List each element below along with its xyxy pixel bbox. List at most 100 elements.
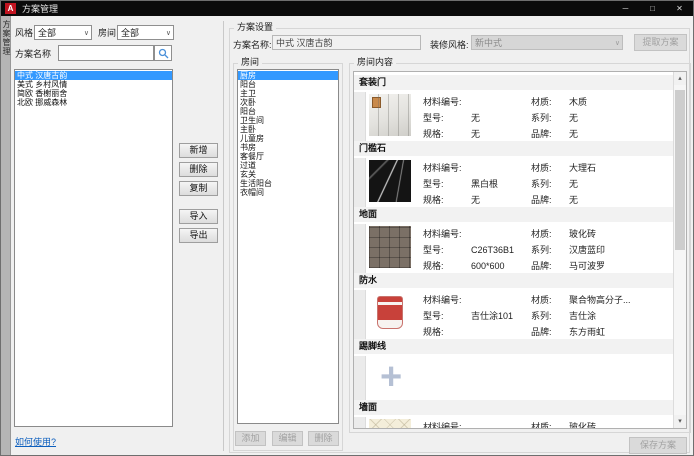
search-button[interactable]: [154, 45, 172, 61]
scheme-list-item[interactable]: 美式 乡村风情: [15, 80, 172, 89]
material-row[interactable]: 材料编号:材质:木质型号:无系列:无规格:无品牌:无: [354, 90, 673, 141]
scheme-name-field[interactable]: [272, 35, 421, 50]
room-list-item[interactable]: 主卫: [238, 89, 338, 98]
room-list-item[interactable]: 生活阳台: [238, 179, 338, 188]
material-section-title: 防水: [354, 273, 673, 288]
material-thumbnail-marble-image: [369, 160, 411, 202]
field-value: 无: [471, 110, 531, 126]
material-row[interactable]: +: [354, 354, 673, 400]
room-list-item[interactable]: 衣帽间: [238, 188, 338, 197]
room-list-item[interactable]: 厨房: [238, 71, 338, 80]
field-value: 吉仕涂101: [471, 308, 531, 324]
material-fields: 材料编号:材质:聚合物高分子...型号:吉仕涂101系列:吉仕涂规格:品牌:东方…: [411, 290, 673, 339]
scheme-list-item[interactable]: 中式 汉唐古韵: [15, 71, 172, 80]
room-content-list: 套装门材料编号:材质:木质型号:无系列:无规格:无品牌:无门槛石材料编号:材质:…: [354, 72, 673, 428]
maximize-icon[interactable]: □: [639, 1, 666, 16]
field-value: 无: [569, 110, 673, 126]
material-section-title: 套装门: [354, 75, 673, 90]
style-filter-select[interactable]: 全部 ∨: [34, 25, 92, 40]
scheme-name-search-input[interactable]: [58, 45, 154, 61]
room-filter-label: 房间: [98, 27, 116, 40]
room-list-item[interactable]: 客餐厅: [238, 152, 338, 161]
material-row[interactable]: 材料编号:材质:玻化砖: [354, 415, 673, 428]
room-list-item[interactable]: 主卧: [238, 125, 338, 134]
room-list-item[interactable]: 书房: [238, 143, 338, 152]
field-line: 型号:吉仕涂101系列:吉仕涂: [423, 308, 673, 324]
window-title: 方案管理: [22, 2, 58, 15]
room-group-label: 房间: [238, 57, 262, 68]
material-section: 墙面材料编号:材质:玻化砖: [354, 400, 673, 428]
material-fields: 材料编号:材质:大理石型号:黑白根系列:无规格:无品牌:无: [411, 158, 673, 207]
field-label: 品牌:: [531, 192, 569, 208]
scheme-name-filter-label: 方案名称: [15, 48, 51, 61]
style-filter-label: 风格: [15, 27, 33, 40]
field-value: [471, 94, 531, 110]
add-plus-icon[interactable]: +: [380, 358, 402, 400]
save-scheme-button: 保存方案: [629, 437, 687, 454]
chevron-down-icon: ∨: [84, 29, 89, 37]
field-label: 品牌:: [531, 258, 569, 274]
field-value: 无: [471, 126, 531, 142]
new-button[interactable]: 新增: [179, 143, 218, 158]
room-list-item[interactable]: 过道: [238, 161, 338, 170]
style-filter-value: 全部: [38, 26, 56, 39]
field-label: 材质:: [531, 160, 569, 176]
row-gutter-handle: [354, 290, 366, 339]
field-label: 材质:: [531, 419, 569, 428]
copy-button[interactable]: 复制: [179, 181, 218, 196]
room-list-item[interactable]: 阳台: [238, 107, 338, 116]
delete-button[interactable]: 删除: [179, 162, 218, 177]
material-fields: 材料编号:材质:木质型号:无系列:无规格:无品牌:无: [411, 92, 673, 141]
field-label: 规格:: [423, 192, 471, 208]
field-label: 材料编号:: [423, 419, 471, 428]
field-label: 品牌:: [531, 324, 569, 340]
room-list-item[interactable]: 次卧: [238, 98, 338, 107]
field-label: 材料编号:: [423, 292, 471, 308]
material-row[interactable]: 材料编号:材质:大理石型号:黑白根系列:无规格:无品牌:无: [354, 156, 673, 207]
scheme-list-item[interactable]: 简欧 香榭丽舍: [15, 89, 172, 98]
material-row[interactable]: 材料编号:材质:聚合物高分子...型号:吉仕涂101系列:吉仕涂规格:品牌:东方…: [354, 288, 673, 339]
import-button[interactable]: 导入: [179, 209, 218, 224]
material-section: 套装门材料编号:材质:木质型号:无系列:无规格:无品牌:无: [354, 75, 673, 141]
material-row[interactable]: 材料编号:材质:玻化砖型号:C26T36B1系列:汉唐蓝印规格:600*600品…: [354, 222, 673, 273]
room-list-item[interactable]: 卫生间: [238, 116, 338, 125]
field-value: [471, 292, 531, 308]
room-list-item[interactable]: 玄关: [238, 170, 338, 179]
scheme-list-item[interactable]: 北欧 挪威森林: [15, 98, 172, 107]
field-value: [471, 419, 531, 428]
material-section-title: 门槛石: [354, 141, 673, 156]
side-panel-tab[interactable]: 方案管理: [1, 16, 11, 456]
room-filter-select[interactable]: 全部 ∨: [117, 25, 174, 40]
field-value: 600*600: [471, 258, 531, 274]
room-list-item[interactable]: 阳台: [238, 80, 338, 89]
material-fields: 材料编号:材质:玻化砖: [411, 417, 673, 428]
scroll-down-icon[interactable]: ▾: [674, 415, 686, 428]
field-label: 材质:: [531, 292, 569, 308]
field-line: 材料编号:材质:玻化砖: [423, 226, 673, 242]
field-value: 玻化砖: [569, 226, 673, 242]
field-label: 系列:: [531, 308, 569, 324]
field-line: 型号:黑白根系列:无: [423, 176, 673, 192]
material-section: 地面材料编号:材质:玻化砖型号:C26T36B1系列:汉唐蓝印规格:600*60…: [354, 207, 673, 273]
scrollbar-thumb[interactable]: [675, 90, 685, 250]
scheme-manager-dialog: A 方案管理 ─ □ ✕ 方案管理 风格 全部 ∨ 房间 全部 ∨ 方案名称 中…: [0, 0, 694, 456]
field-value: C26T36B1: [471, 242, 531, 258]
scheme-settings-group-label: 方案设置: [234, 22, 276, 33]
help-link[interactable]: 如何使用?: [15, 435, 56, 448]
field-value: 吉仕涂: [569, 308, 673, 324]
field-label: 材质:: [531, 226, 569, 242]
room-content-group-label: 房间内容: [354, 57, 396, 68]
close-icon[interactable]: ✕: [666, 1, 693, 16]
field-label: 型号:: [423, 110, 471, 126]
field-value: 黑白根: [471, 176, 531, 192]
field-value: 无: [471, 192, 531, 208]
minimize-icon[interactable]: ─: [612, 1, 639, 16]
export-button[interactable]: 导出: [179, 228, 218, 243]
field-line: 材料编号:材质:木质: [423, 94, 673, 110]
material-section-title: 踢脚线: [354, 339, 673, 354]
material-thumbnail-wall-image: [369, 419, 411, 428]
field-label: 系列:: [531, 176, 569, 192]
scroll-up-icon[interactable]: ▴: [674, 72, 686, 85]
room-list-item[interactable]: 儿童房: [238, 134, 338, 143]
field-value: 无: [569, 126, 673, 142]
